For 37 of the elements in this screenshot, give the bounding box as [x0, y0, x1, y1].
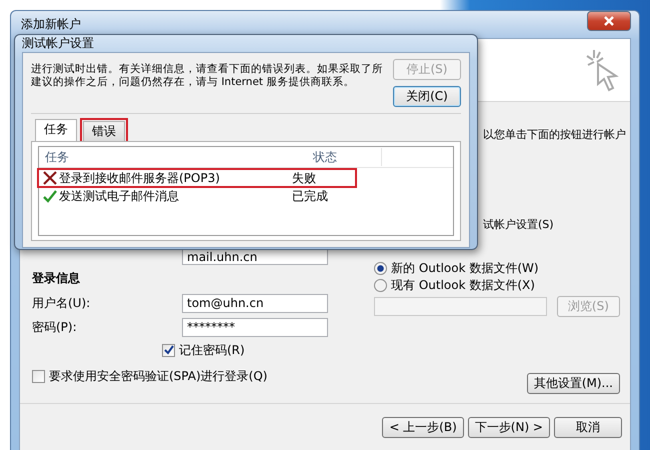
table-cell-text: 已完成 — [290, 188, 329, 204]
checkbox-label: 要求使用安全密码验证(SPA)进行登录(Q) — [49, 368, 268, 384]
close-button[interactable]: 关闭(C) — [393, 86, 461, 107]
checkmark-icon — [43, 189, 57, 203]
tab[interactable]: 错误 — [83, 121, 125, 141]
checkbox[interactable] — [162, 344, 175, 356]
nav-button[interactable]: 下一步(N) > — [468, 417, 550, 438]
dialog-title: 测试帐户设置 — [22, 35, 94, 52]
table-cell-text: 失败 — [290, 170, 317, 186]
nav-button[interactable]: 取消 — [554, 417, 622, 438]
window-title: 添加新帐户 — [20, 16, 81, 33]
radio-button[interactable] — [374, 279, 387, 292]
more-settings-button[interactable]: 其他设置(M)... — [526, 373, 620, 394]
checkbox[interactable] — [32, 370, 45, 382]
radio-label: 现有 Outlook 数据文件(X) — [391, 277, 535, 294]
section-heading: 登录信息 — [32, 270, 81, 287]
close-button[interactable] — [587, 10, 631, 30]
radio-label: 新的 Outlook 数据文件(W) — [391, 260, 539, 277]
nav-button[interactable]: < 上一步(B) — [382, 417, 464, 438]
input-field[interactable]: tom@uhn.cn — [182, 294, 328, 312]
column-header: 任务 — [44, 148, 70, 166]
field-label: 用户名(U): — [32, 294, 92, 312]
close-icon — [603, 16, 615, 26]
error-x-icon — [43, 171, 57, 185]
table-cell: 登录到接收邮件服务器(POP3) — [59, 170, 220, 186]
input-field[interactable]: ******** — [182, 318, 328, 336]
input-field[interactable]: mail.uhn.cn — [182, 249, 328, 265]
error-message: 进行测试时出错。有关详细信息，请查看下面的错误列表。如果采取了所建议的操作之后，问题仍然存在，请与 Internet 服务提供商联系。 — [31, 63, 384, 90]
instruction-text: 以您单击下面的按钮进行帐户 — [483, 128, 626, 142]
table-cell: 发送测试电子邮件消息 — [59, 188, 179, 204]
field-label: 密码(P): — [32, 318, 78, 336]
tab[interactable]: 任务 — [35, 119, 77, 141]
radio-button[interactable] — [374, 262, 387, 275]
column-header: 状态 — [312, 148, 338, 166]
checkbox-label: 记住密码(R) — [179, 342, 245, 358]
cursor-sparkle-icon — [586, 48, 620, 92]
test-settings-text: 试帐户设置(S) — [483, 217, 554, 232]
